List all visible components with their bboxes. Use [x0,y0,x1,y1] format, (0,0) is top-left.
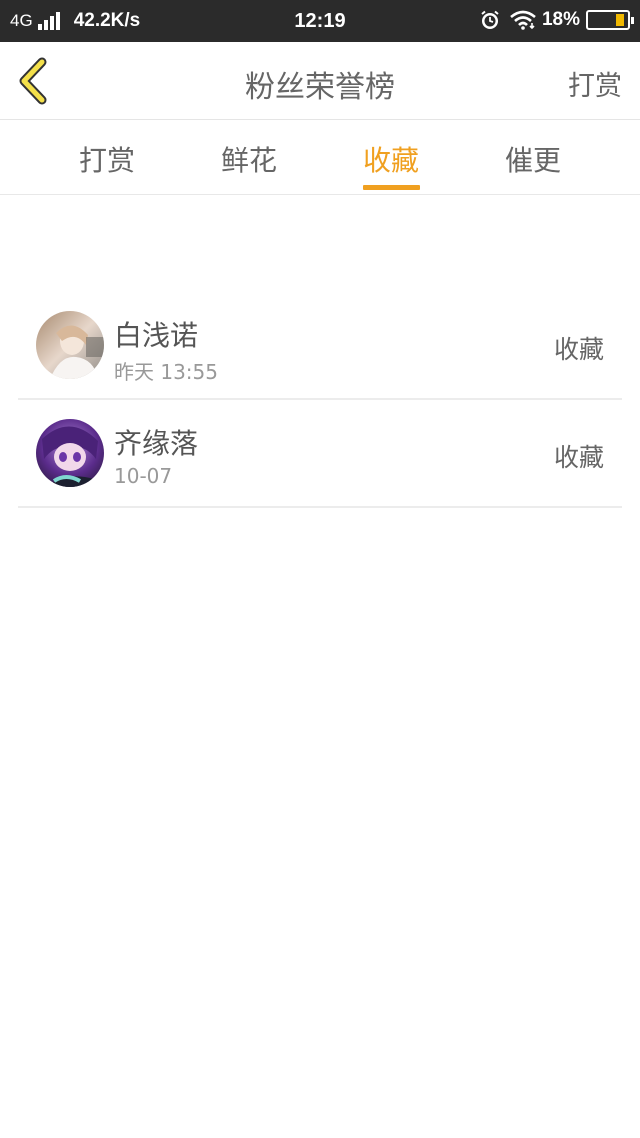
list-item[interactable]: 齐缘落 10-07 收藏 [18,400,622,508]
tab-flowers[interactable]: 鲜花 [189,139,309,179]
wifi-icon [510,10,536,30]
fan-name: 白浅诺 [114,319,199,352]
page-title: 粉丝荣誉榜 [245,70,395,105]
fan-list: 白浅诺 昨天 13:55 收藏 齐缘落 10-07 收藏 [0,292,640,508]
status-right: 18% [480,9,634,31]
app-header: 粉丝荣誉榜 打赏 [0,42,640,120]
avatar [36,419,104,487]
active-tab-indicator [363,185,420,190]
fan-action: 收藏 [553,335,604,364]
alarm-icon [481,10,499,29]
fan-name: 齐缘落 [114,427,199,460]
tab-favorites[interactable]: 收藏 [331,139,451,179]
tab-urge[interactable]: 催更 [473,139,593,179]
list-item[interactable]: 白浅诺 昨天 13:55 收藏 [18,292,622,400]
reward-button[interactable]: 打赏 [568,64,622,103]
fan-action: 收藏 [553,443,604,472]
status-bar: 4G 42.2K/s 12:19 18% [0,0,640,42]
fan-time: 10-07 [114,464,173,488]
tab-bar: 打赏 鲜花 收藏 催更 [0,121,640,195]
avatar [36,311,104,379]
tab-reward[interactable]: 打赏 [47,139,167,179]
battery-icon [586,10,634,30]
fan-time: 昨天 13:55 [114,360,218,384]
battery-percent: 18% [541,9,580,30]
